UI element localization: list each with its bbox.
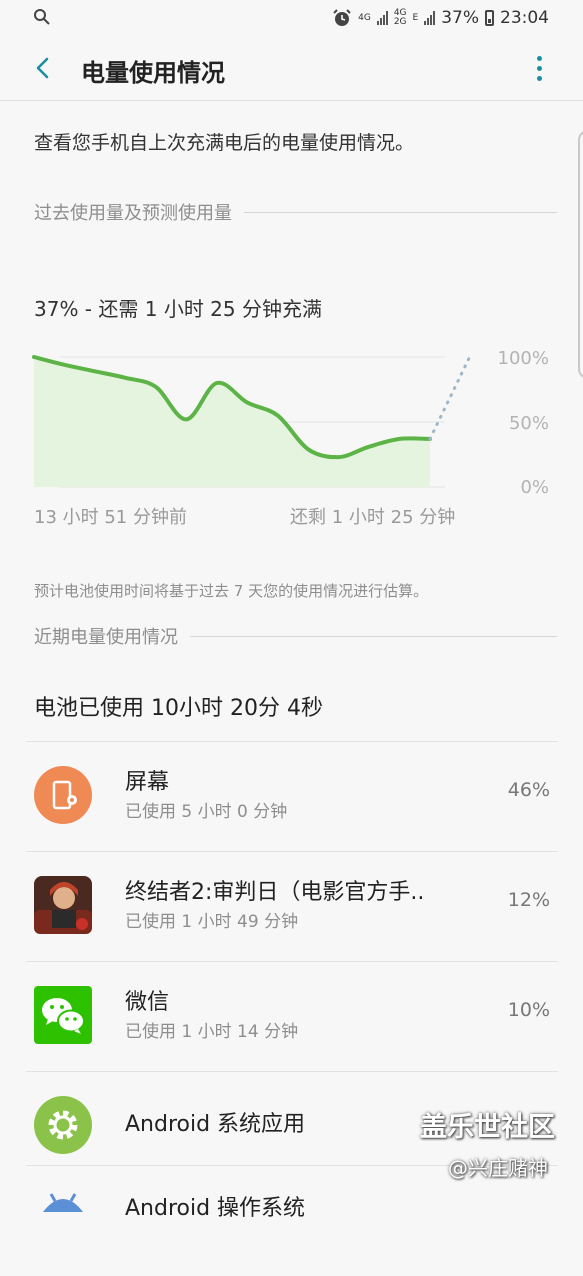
network-type-label: 4G [358, 12, 371, 23]
app-name: Android 操作系统 [125, 1196, 306, 1221]
app-name: 终结者2:审判日（电影官方手.. [125, 880, 425, 905]
app-usage-time: 已使用 1 小时 14 分钟 [125, 1022, 299, 1042]
android-robot-icon [43, 1193, 83, 1212]
alarm-icon [333, 9, 351, 26]
app-usage-row[interactable]: 微信 已使用 1 小时 14 分钟 10% [26, 961, 558, 1072]
battery-used-time: 电池已使用 10小时 20分 4秒 [34, 696, 323, 721]
divider [244, 211, 557, 213]
app-name: 屏幕 [125, 770, 170, 795]
intro-text: 查看您手机自上次充满电后的电量使用情况。 [34, 132, 415, 154]
terminator-game-icon [34, 876, 92, 934]
watermark-handle: @兴庄赌神 [448, 1156, 548, 1180]
app-usage-percent: 46% [507, 779, 550, 801]
y-tick-label: 100% [498, 348, 549, 369]
estimate-note: 预计电池使用时间将基于过去 7 天您的使用情况进行估算。 [34, 582, 429, 600]
recent-usage-section-header: 近期电量使用情况 [34, 624, 557, 648]
network-type-label: E [412, 12, 419, 23]
battery-usage-chart: 100% 50% 0% [32, 348, 549, 498]
signal-icon [376, 11, 388, 25]
page-title: 电量使用情况 [81, 59, 225, 87]
app-usage-percent: 12% [507, 889, 550, 911]
y-tick-label: 0% [520, 477, 549, 498]
clock: 23:04 [500, 8, 549, 28]
search-icon [34, 9, 50, 25]
x-start-label: 13 小时 51 分钟前 [34, 507, 187, 528]
section-label: 近期电量使用情况 [34, 627, 178, 648]
y-tick-label: 50% [509, 413, 549, 434]
app-usage-row[interactable]: 终结者2:审判日（电影官方手.. 已使用 1 小时 49 分钟 12% [26, 851, 558, 962]
scroll-indicator [578, 130, 583, 379]
android-gear-icon [34, 1096, 92, 1154]
more-options-icon[interactable] [530, 54, 550, 84]
app-name: 微信 [125, 990, 170, 1015]
network-type-label: 4G 2G [393, 8, 407, 27]
screen-settings-icon [34, 766, 92, 824]
app-bar: 电量使用情况 [0, 36, 583, 101]
app-usage-row[interactable]: 屏幕 已使用 5 小时 0 分钟 46% [26, 741, 558, 852]
past-usage-section-header: 过去使用量及预测使用量 [34, 200, 557, 224]
app-usage-time: 已使用 1 小时 49 分钟 [125, 912, 299, 932]
divider [190, 635, 557, 637]
back-arrow-icon[interactable] [30, 54, 58, 82]
charge-estimate: 37% - 还需 1 小时 25 分钟充满 [34, 297, 322, 321]
app-usage-percent: 10% [507, 999, 550, 1021]
projection-line [428, 355, 472, 441]
battery-percent: 37% [441, 8, 479, 28]
status-bar: 4G 4G 2G E 37% 23:04 [0, 0, 583, 36]
app-usage-row[interactable]: Android 操作系统 [26, 1165, 558, 1276]
x-end-label: 还剩 1 小时 25 分钟 [290, 507, 456, 528]
battery-icon [485, 10, 494, 26]
wechat-icon [34, 986, 92, 1044]
section-label: 过去使用量及预测使用量 [34, 203, 232, 224]
watermark-text: 盖乐世社区 [420, 1112, 555, 1143]
signal-icon [424, 11, 436, 25]
app-usage-time: 已使用 5 小时 0 分钟 [125, 802, 288, 822]
app-name: Android 系统应用 [125, 1112, 306, 1137]
